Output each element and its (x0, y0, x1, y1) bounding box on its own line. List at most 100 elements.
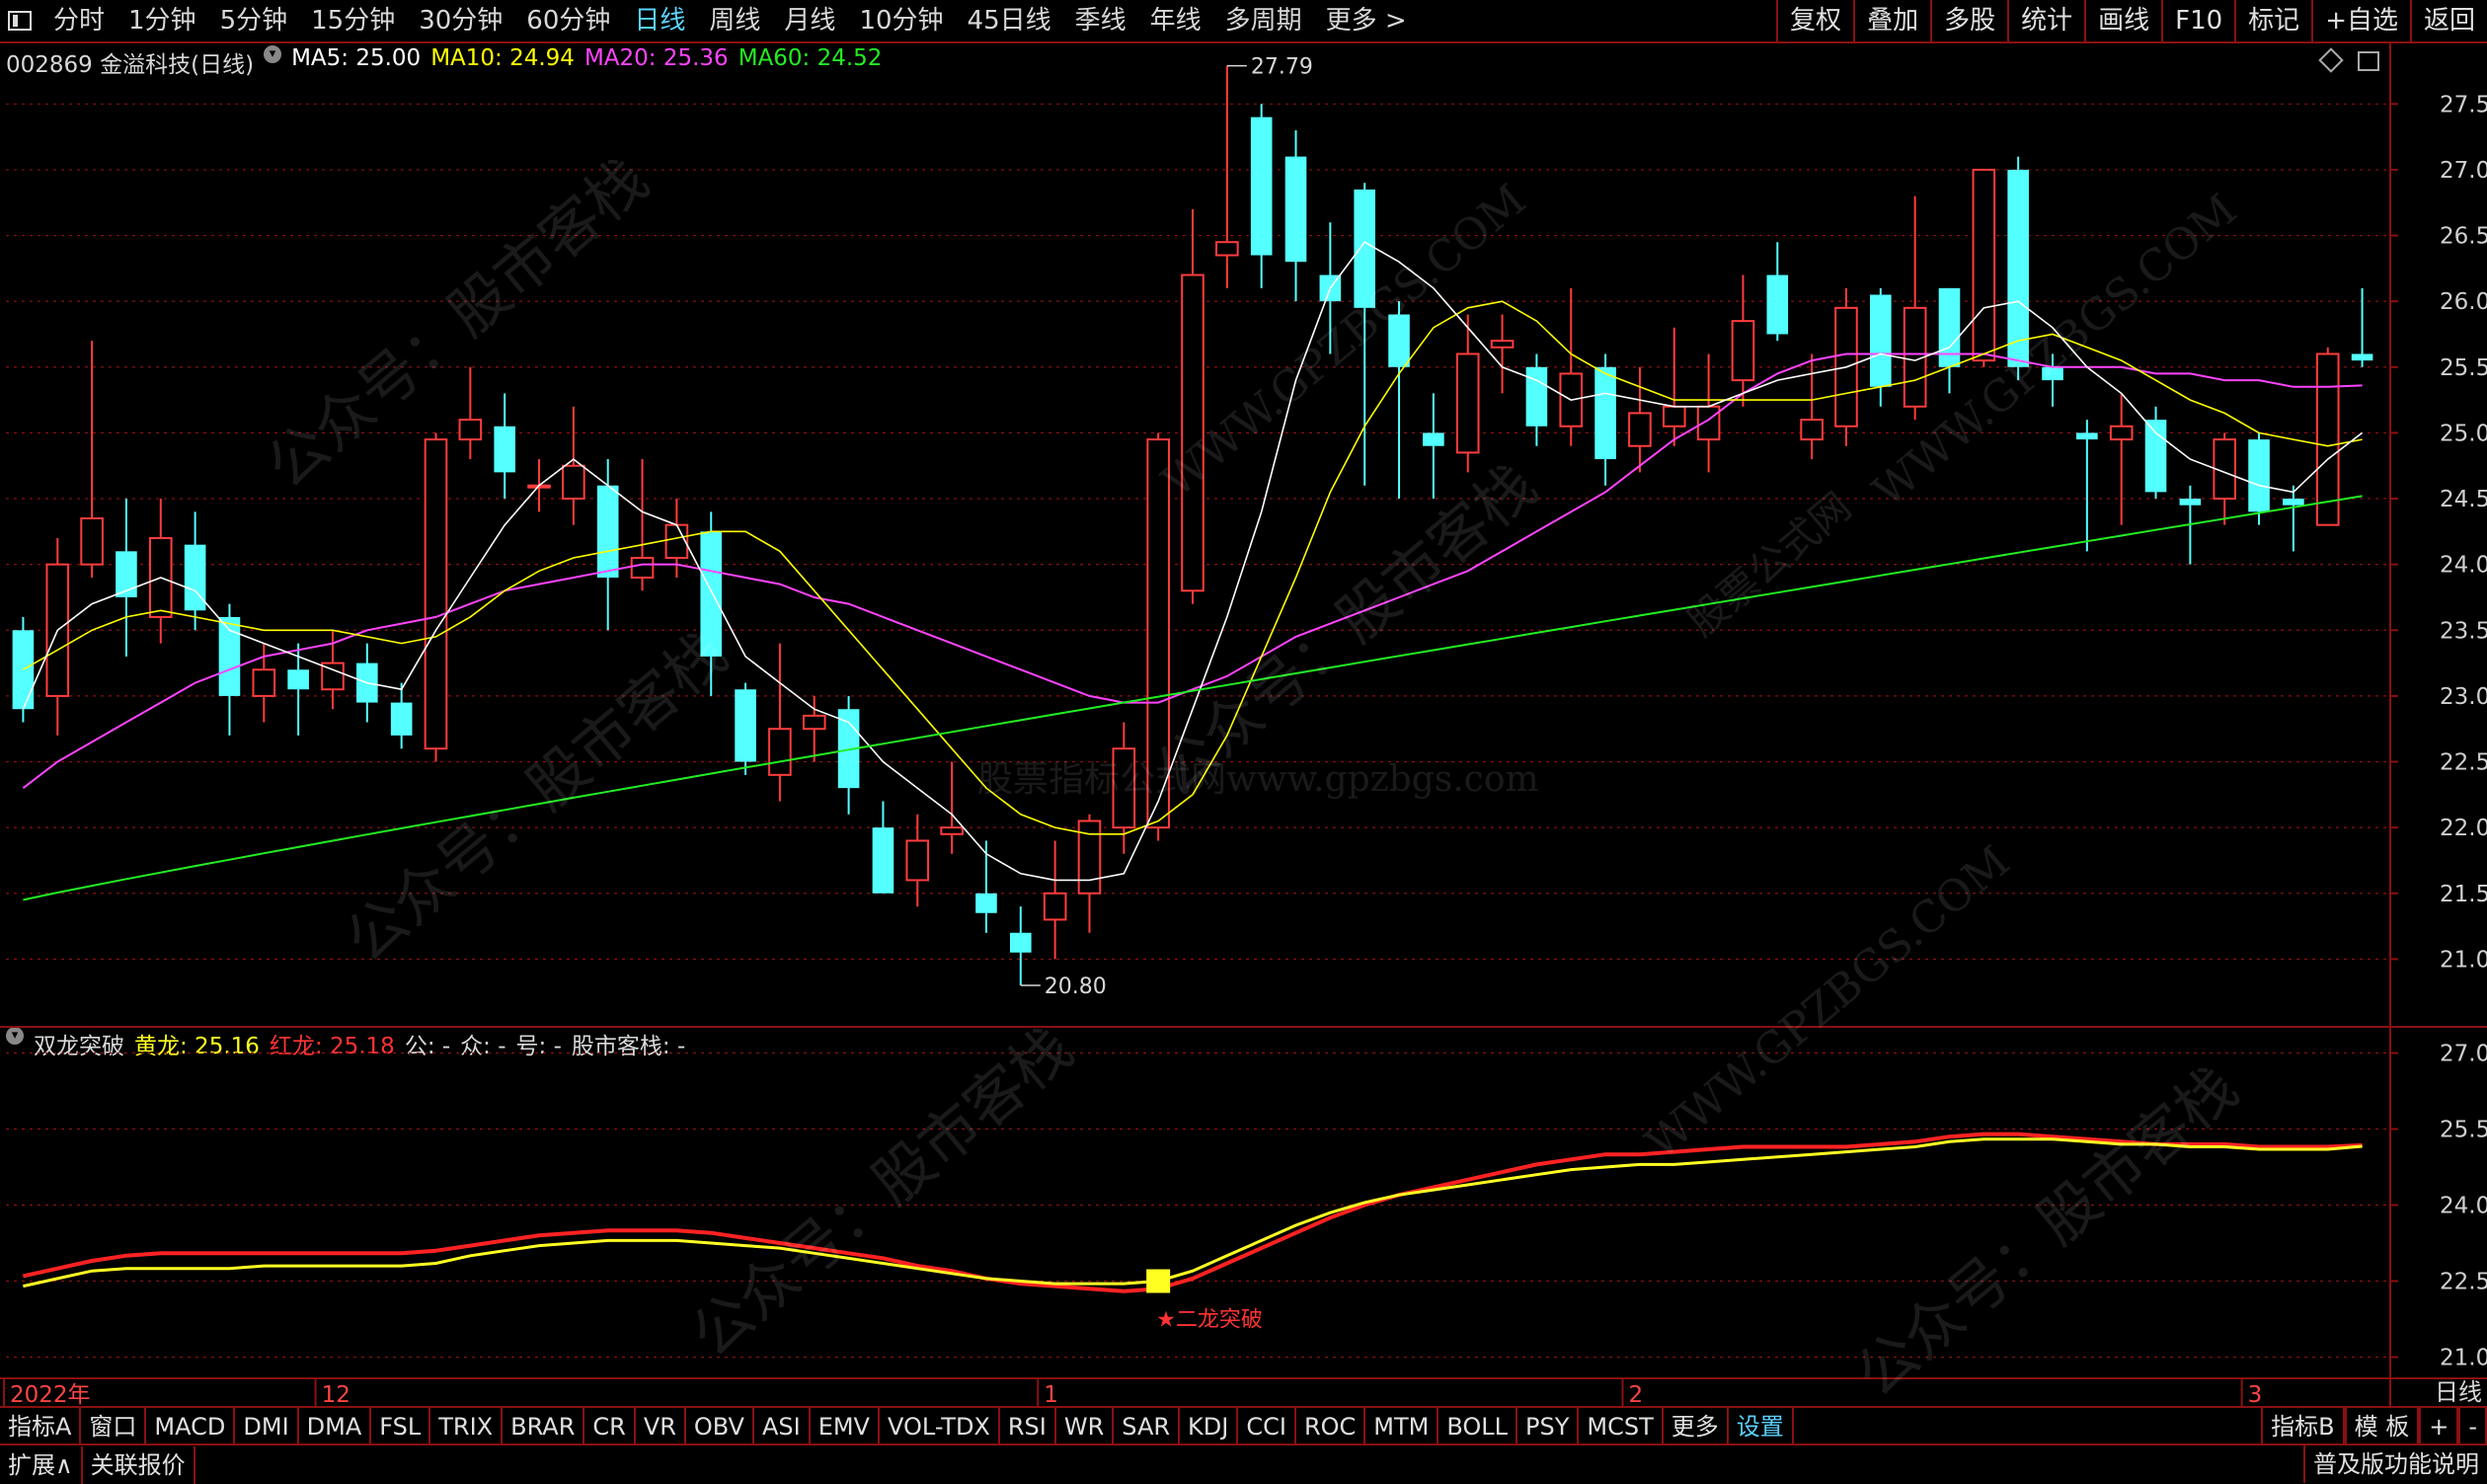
signal-label: ★二龙突破 (1156, 1307, 1263, 1332)
candle-body-5 (184, 544, 206, 611)
candle-body-67 (2315, 352, 2340, 526)
indicator-tab-15[interactable]: WR (1056, 1408, 1115, 1445)
candle-body-48 (1662, 405, 1686, 428)
indicator-tab-13[interactable]: VOL-TDX (880, 1408, 1000, 1445)
candle-body-13 (458, 419, 483, 441)
y-tick-label-4: 23.00 (2440, 684, 2487, 710)
candle-body-26 (905, 839, 930, 882)
candle-body-39 (1354, 189, 1376, 308)
x-label-2: 1 (1044, 1382, 1058, 1406)
yellow-dragon-line (23, 1137, 2363, 1289)
candle-body-20 (700, 531, 723, 657)
indicator-tab-25[interactable]: 设置 (1729, 1408, 1794, 1445)
status-bar: 扩展∧ 关联报价 普及版功能说明 (0, 1444, 2487, 1484)
candle-body-56 (1938, 287, 1961, 367)
candle-body-14 (494, 426, 515, 473)
candle-body-44 (1525, 366, 1548, 427)
indicator-tab-10[interactable]: OBV (686, 1408, 754, 1445)
candle-body-66 (2283, 499, 2304, 506)
y-tick-label-6: 24.00 (2440, 553, 2487, 579)
indicator-tab-6[interactable]: TRIX (430, 1408, 504, 1445)
candle-body-30 (1043, 892, 1067, 921)
candle-body-27 (940, 826, 964, 835)
low-price-label: 20.80 (1045, 975, 1107, 999)
indicator-tab-11[interactable]: ASI (754, 1408, 811, 1445)
indicator-tab-21[interactable]: BOLL (1438, 1408, 1518, 1445)
ind-y-tick-label-4: 27.00 (2440, 1042, 2487, 1067)
indicator-tab-0[interactable]: 指标A (0, 1408, 82, 1445)
candle-body-22 (768, 728, 792, 776)
candle-body-47 (1628, 412, 1652, 447)
y-tick-label-1: 21.50 (2440, 882, 2487, 907)
indicator-tab-17[interactable]: KDJ (1180, 1408, 1239, 1445)
indicator-tab-9[interactable]: VR (636, 1408, 686, 1445)
candle-body-21 (735, 689, 756, 762)
indicator-right-tab-0[interactable]: 指标B (2261, 1408, 2345, 1445)
high-price-label: 27.79 (1251, 55, 1313, 80)
candle-body-58 (2007, 169, 2029, 367)
indicator-tab-12[interactable]: EMV (811, 1408, 880, 1445)
edition-info-button[interactable]: 普及版功能说明 (2303, 1445, 2487, 1483)
candle-body-51 (1766, 274, 1789, 335)
candle-body-52 (1800, 419, 1824, 441)
y-tick-label-8: 25.00 (2440, 421, 2487, 446)
candle-body-19 (664, 523, 689, 559)
candle-body-23 (802, 714, 826, 731)
candle-body-8 (287, 669, 309, 690)
indicator-tab-2[interactable]: MACD (146, 1408, 236, 1445)
indicator-tab-1[interactable]: 窗口 (81, 1408, 147, 1445)
indicator-tab-7[interactable]: BRAR (503, 1408, 585, 1445)
candle-body-7 (252, 668, 276, 697)
candle-body-31 (1077, 820, 1102, 895)
candle-body-17 (596, 485, 619, 578)
candle-body-16 (562, 464, 585, 501)
y-tick-label-2: 22.00 (2440, 816, 2487, 841)
ind-y-tick-label-3: 25.50 (2440, 1118, 2487, 1143)
x-label-0: 2022年 (10, 1382, 91, 1406)
expand-button[interactable]: 扩展∧ (0, 1445, 83, 1484)
indicator-tab-16[interactable]: SAR (1114, 1408, 1181, 1445)
indicator-tab-5[interactable]: FSL (371, 1408, 431, 1445)
y-tick-label-7: 24.50 (2440, 487, 2487, 512)
candle-body-0 (12, 630, 35, 710)
candle-body-43 (1490, 340, 1515, 349)
indicator-tab-23[interactable]: MCST (1579, 1408, 1664, 1445)
period-label: 日线 (2435, 1378, 2482, 1406)
indicator-right-tab-1[interactable]: 模 板 (2344, 1408, 2420, 1445)
indicator-tab-8[interactable]: CR (584, 1408, 636, 1445)
x-label-1: 12 (322, 1382, 350, 1406)
candle-body-35 (1215, 241, 1239, 257)
y-tick-label-10: 26.00 (2440, 289, 2487, 315)
indicator-tabs: 指标A 窗口 MACD DMI DMA FSL TRIX BRAR CR VR OBV ASI EMV V… (0, 1408, 1794, 1445)
indicator-tab-24[interactable]: 更多 (1664, 1408, 1729, 1445)
candle-body-50 (1731, 320, 1755, 382)
indicator-tab-14[interactable]: RSI (1000, 1408, 1056, 1445)
indicator-tab-20[interactable]: MTM (1365, 1408, 1439, 1445)
y-tick-label-9: 25.50 (2440, 355, 2487, 381)
candle-body-18 (630, 556, 655, 579)
indicator-tab-19[interactable]: ROC (1296, 1408, 1366, 1445)
y-tick-label-12: 27.00 (2440, 158, 2487, 184)
indicator-tab-4[interactable]: DMA (299, 1408, 372, 1445)
candle-body-37 (1284, 156, 1307, 263)
candle-body-59 (2042, 366, 2063, 381)
indicator-tab-3[interactable]: DMI (235, 1408, 299, 1445)
indicator-tab-18[interactable]: CCI (1238, 1408, 1296, 1445)
indicator-tab-22[interactable]: PSY (1517, 1408, 1580, 1445)
candle-body-34 (1181, 273, 1205, 592)
candle-body-40 (1388, 314, 1410, 367)
ind-y-tick-label-2: 24.00 (2440, 1194, 2487, 1219)
ind-y-tick-label-1: 22.50 (2440, 1269, 2487, 1294)
kline-chart[interactable]: 21.00 21.50 22.00 22.50 23.00 23.50 24.00 24.50… (0, 0, 2487, 1406)
indicator-right-tab-3[interactable]: - (2458, 1408, 2487, 1445)
indicator-right-tab-2[interactable]: + (2419, 1408, 2459, 1445)
related-quote-button[interactable]: 关联报价 (83, 1445, 195, 1484)
candle-body-36 (1250, 117, 1273, 256)
indicator-right-tabs: 指标B 模 板 + - (2261, 1408, 2487, 1445)
candle-body-33 (1146, 438, 1170, 829)
y-tick-label-3: 22.50 (2440, 750, 2487, 776)
candle-body-61 (2109, 425, 2134, 441)
candle-body-32 (1112, 747, 1136, 829)
y-tick-label-5: 23.50 (2440, 618, 2487, 644)
ind-y-tick-label-0: 21.00 (2440, 1345, 2487, 1370)
